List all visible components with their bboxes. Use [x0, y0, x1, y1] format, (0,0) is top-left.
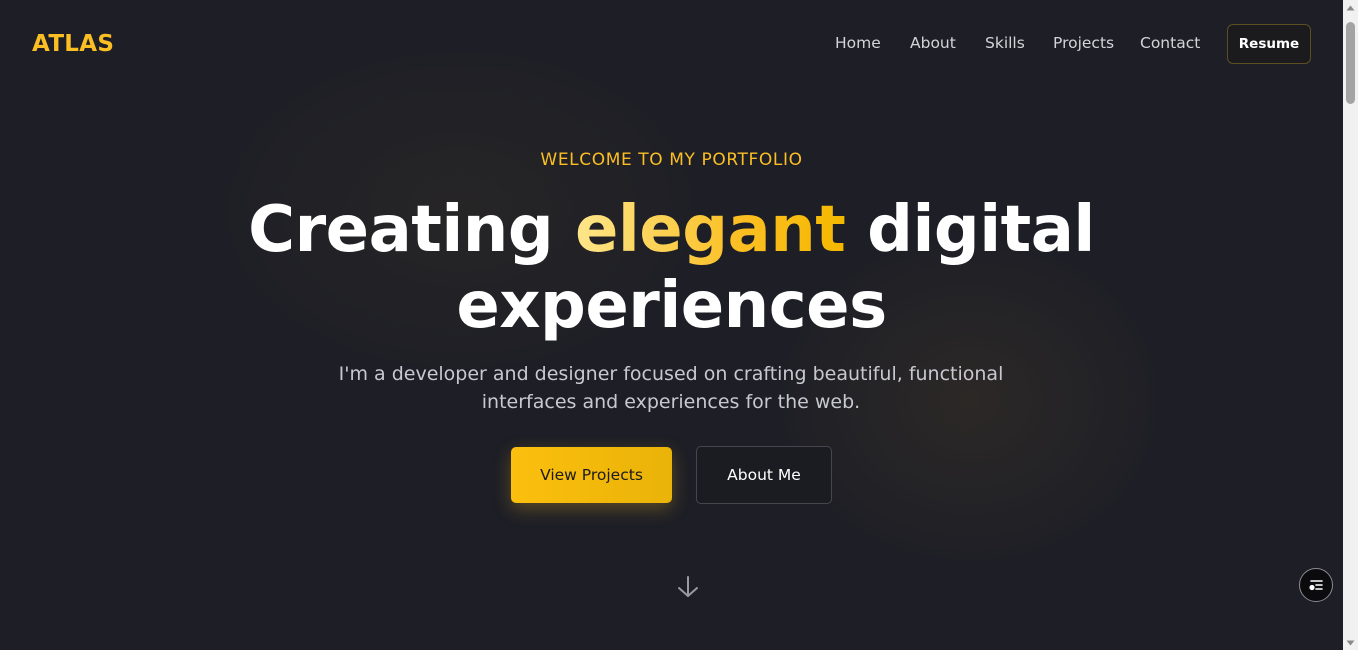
- site-header: ATLAS Home About Skills Projects Contact…: [0, 0, 1343, 88]
- hero-subtitle: I'm a developer and designer focused on …: [338, 363, 1004, 413]
- vertical-scrollbar[interactable]: [1343, 0, 1358, 650]
- view-projects-button[interactable]: View Projects: [511, 447, 672, 503]
- nav-link-projects[interactable]: Projects: [1053, 34, 1114, 52]
- hero-eyebrow: WELCOME TO MY PORTFOLIO: [540, 150, 803, 170]
- nav-link-home[interactable]: Home: [835, 34, 881, 52]
- nav-link-contact[interactable]: Contact: [1140, 34, 1200, 52]
- scroll-up-arrow-icon[interactable]: [1343, 0, 1358, 15]
- headline-accent-word: elegant: [574, 193, 846, 267]
- accessibility-menu-icon[interactable]: [1299, 568, 1333, 602]
- headline-text: digital: [845, 193, 1095, 267]
- arrow-down-icon[interactable]: [675, 574, 701, 600]
- nav-link-about[interactable]: About: [910, 34, 956, 52]
- about-me-button[interactable]: About Me: [696, 446, 832, 504]
- site-logo[interactable]: ATLAS: [32, 31, 114, 57]
- headline-text: Creating: [248, 193, 575, 267]
- scroll-down-arrow-icon[interactable]: [1343, 635, 1358, 650]
- headline-line-2: experiences: [456, 269, 887, 343]
- resume-button[interactable]: Resume: [1227, 24, 1311, 64]
- scrollbar-thumb[interactable]: [1346, 22, 1355, 104]
- nav-link-skills[interactable]: Skills: [985, 34, 1025, 52]
- hero-headline: Creating elegant digital experiences: [0, 192, 1343, 344]
- page: ATLAS Home About Skills Projects Contact…: [0, 0, 1343, 650]
